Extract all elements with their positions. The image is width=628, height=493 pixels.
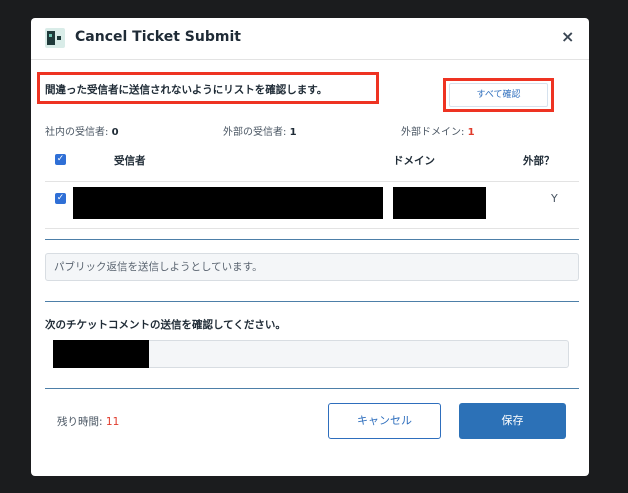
row-checkbox[interactable]: ✓ (55, 193, 66, 204)
section-divider (45, 301, 579, 302)
time-remaining: 残り時間: 11 (57, 414, 119, 429)
external-recipients-count: 1 (289, 127, 297, 138)
internal-recipients-label: 社内の受信者: (45, 127, 109, 138)
section-divider (45, 239, 579, 240)
time-remaining-label: 残り時間: (57, 416, 103, 428)
column-header-external: 外部？ (523, 155, 555, 167)
close-icon[interactable]: × (561, 27, 574, 46)
select-all-checkbox[interactable]: ✓ (55, 154, 66, 165)
external-domains-label: 外部ドメイン: (401, 127, 465, 138)
public-reply-notice: パブリック返信を送信しようとしています。 (45, 253, 579, 281)
ticket-app-icon (45, 28, 65, 48)
redacted-recipient (73, 187, 383, 219)
internal-recipients-count: 0 (111, 127, 119, 138)
table-divider (45, 181, 579, 182)
warning-text: 間違った受信者に送信されないようにリストを確認します。 (45, 84, 328, 96)
save-button[interactable]: 保存 (459, 403, 566, 439)
external-domains-count: 1 (467, 127, 475, 138)
time-remaining-value: 11 (105, 416, 120, 428)
column-header-recipient: 受信者 (114, 155, 146, 167)
external-recipients-stat: 外部の受信者: 1 (223, 123, 297, 138)
redacted-domain (393, 187, 486, 219)
cancel-ticket-dialog: Cancel Ticket Submit × 間違った受信者に送信されないように… (31, 18, 589, 476)
row-external-flag: Y (551, 192, 558, 205)
section-divider (45, 388, 579, 389)
external-recipients-label: 外部の受信者: (223, 127, 287, 138)
table-divider (45, 228, 579, 229)
dialog-header: Cancel Ticket Submit × (31, 18, 589, 60)
confirm-all-button[interactable]: すべて確認 (449, 83, 548, 107)
column-header-domain: ドメイン (393, 155, 435, 167)
cancel-button[interactable]: キャンセル (328, 403, 441, 439)
dialog-title: Cancel Ticket Submit (75, 29, 241, 45)
internal-recipients-stat: 社内の受信者: 0 (45, 123, 119, 138)
redacted-comment (53, 340, 149, 368)
external-domains-stat: 外部ドメイン: 1 (401, 123, 475, 138)
comment-confirm-text: 次のチケットコメントの送信を確認してください。 (45, 319, 286, 331)
